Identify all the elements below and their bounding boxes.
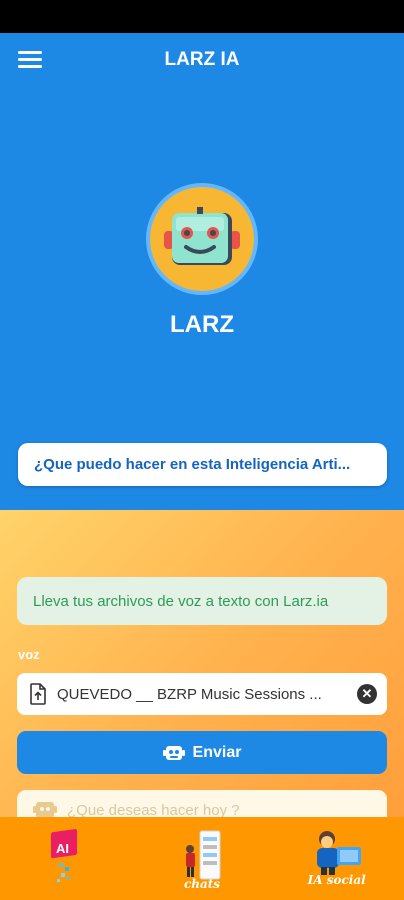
file-upload-icon (30, 683, 46, 705)
bot-name: LARZ (170, 311, 234, 338)
question-card[interactable]: ¿Que puedo hacer en esta Inteligencia Ar… (18, 443, 387, 486)
bottom-nav: AI chats IA social (0, 817, 404, 900)
app-header: LARZ IA LARZ ¿Que puedo hacer en esta In… (0, 33, 404, 510)
nav-item-ai[interactable]: AI (0, 817, 135, 900)
prompt-placeholder: ¿Que deseas hacer hoy ? (67, 801, 240, 819)
nav-label-chats: chats (183, 877, 221, 891)
voz-label: voz (18, 647, 40, 662)
status-bar (0, 0, 404, 33)
robot-face-icon (164, 207, 240, 265)
send-button-label: Enviar (192, 743, 242, 761)
social-illustration-icon (317, 831, 362, 875)
voice-section: Lleva tus archivos de voz a texto con La… (0, 510, 404, 830)
robot-icon (162, 745, 185, 760)
audio-file-name: QUEVEDO __ BZRP Music Sessions ... (57, 685, 322, 703)
send-button[interactable]: Enviar (17, 731, 387, 774)
svg-text:AI: AI (56, 841, 69, 856)
nav-item-social[interactable]: IA social (269, 817, 404, 900)
info-banner: Lleva tus archivos de voz a texto con La… (17, 577, 387, 625)
ai-icon: AI (51, 829, 77, 882)
chats-illustration-icon (185, 830, 221, 880)
audio-file-field[interactable]: QUEVEDO __ BZRP Music Sessions ... ✕ (17, 673, 387, 715)
bot-avatar (146, 183, 258, 295)
close-circle-icon[interactable]: ✕ (357, 684, 377, 704)
nav-item-chats[interactable]: chats (135, 817, 270, 900)
nav-label-social: IA social (307, 873, 366, 887)
app-title: LARZ IA (164, 49, 240, 70)
